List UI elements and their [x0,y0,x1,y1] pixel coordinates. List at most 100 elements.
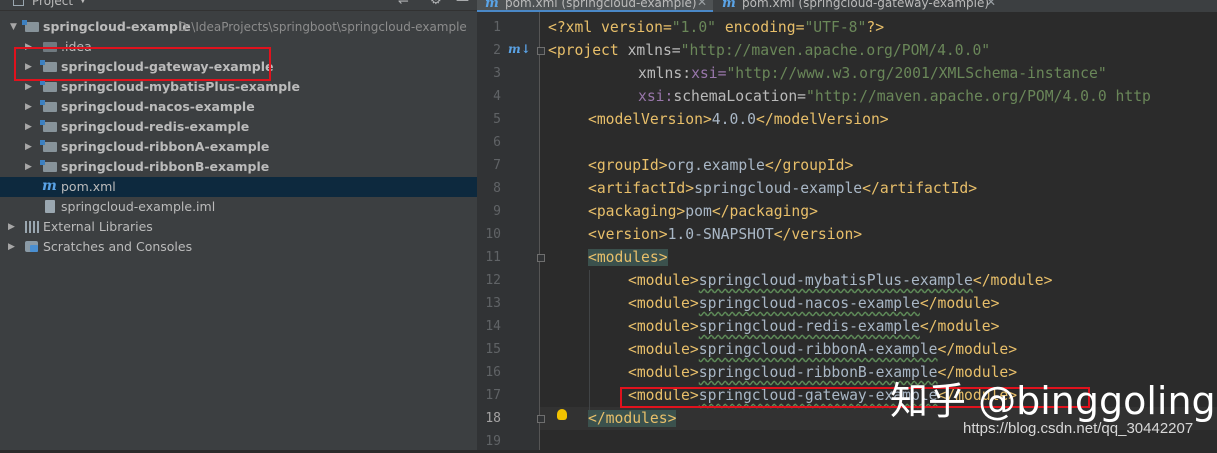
line-number: 16 [485,365,501,380]
watermark-text: 知乎 @binggoling [890,379,1216,423]
xml-text: 1.0-SNAPSHOT [667,226,774,243]
string: "UTF-8" [804,19,867,36]
xml-tag-matched: <modules> [588,249,668,266]
chevron-right-icon[interactable]: ▶ [8,217,15,237]
chevron-right-icon[interactable]: ▶ [25,97,32,117]
xml-tag: <module> [628,295,699,312]
file-icon [45,200,55,213]
gear-icon[interactable]: ⚙ [430,0,442,8]
tree-item-label: springcloud-nacos-example [61,99,255,114]
fold-icon[interactable] [537,254,545,262]
line-number: 18 [485,411,501,426]
chevron-right-icon[interactable]: ▶ [25,117,32,137]
code-line: <?xml version="1.0" encoding="UTF-8"?> [548,16,884,39]
editor-tab-bar: m pom.xml (springcloud-example) ✕ m pom.… [477,0,1217,12]
chevron-down-icon[interactable]: ▼ [79,0,87,5]
minimize-icon[interactable]: — [456,0,469,8]
root-path: D:\IdeaProjects\springboot\springcloud-e… [178,20,467,34]
xml-text: springcloud-example [694,180,863,197]
code-line: <artifactId>springcloud-example</artifac… [588,177,977,200]
xml-tag: </version> [773,226,863,243]
tree-item-ribbona[interactable]: ▶ springcloud-ribbonA-example [0,137,477,157]
tab-label: pom.xml (springcloud-example) [505,0,697,10]
code-line: xsi:schemaLocation="http://maven.apache.… [638,85,1151,108]
tree-item-nacos[interactable]: ▶ springcloud-nacos-example [0,97,477,117]
code-line: <packaging>pom</packaging> [588,200,818,223]
line-number: 2 [493,43,501,58]
line-number: 7 [493,158,501,173]
library-icon [25,221,39,233]
lightbulb-icon[interactable] [557,409,567,420]
line-number: 9 [493,204,501,219]
tree-item-label: springcloud-example.iml [61,199,216,214]
chevron-right-icon[interactable]: ▶ [25,137,32,157]
xml-tag: <artifactId> [588,180,695,197]
maven-gutter-icon[interactable]: m↓ [508,42,531,56]
project-panel-header: Project ▼ ⇌ ⚙ — [0,0,477,11]
tree-item-pom-xml[interactable]: m pom.xml [0,177,477,197]
chevron-down-icon[interactable]: ▼ [10,17,17,37]
string: "http://www.w3.org/2001/XMLSchema-instan… [726,65,1107,82]
indent-guide [589,270,590,410]
code-line: <version>1.0-SNAPSHOT</version> [588,223,862,246]
xml-decl: encoding= [716,19,805,36]
xml-tag: </module> [937,341,1018,358]
fold-icon[interactable] [537,415,545,423]
xml-tag: <modelVersion> [588,111,712,128]
highlight-box-gateway [14,47,271,81]
close-icon[interactable]: ✕ [986,0,996,9]
xml-tag: <module> [628,341,699,358]
module-folder-icon [40,140,57,152]
string: "http://maven.apache.org/POM/4.0.0 http [806,88,1151,105]
module-name: springcloud-nacos-example [698,295,920,312]
module-folder-icon [40,100,57,112]
close-icon[interactable]: ✕ [697,0,707,9]
maven-icon: m [722,0,736,11]
tree-item-scratches[interactable]: ▶ Scratches and Consoles [0,237,477,257]
code-line: </modules> [588,407,677,430]
module-folder-icon [40,80,57,92]
module-folder-icon [22,20,39,32]
line-number: 10 [485,227,501,242]
module-folder-icon [40,160,57,172]
tree-item-ribbonb[interactable]: ▶ springcloud-ribbonB-example [0,157,477,177]
xml-tag: <version> [588,226,668,243]
line-number: 15 [485,342,501,357]
xml-tag: </module> [972,272,1053,289]
xml-tag-matched: </modules> [588,410,677,427]
module-name: springcloud-mybatisPlus-example [698,272,973,289]
string: "1.0" [671,19,717,36]
xml-tag: </modelVersion> [756,111,889,128]
xml-tag: <packaging> [588,203,686,220]
line-number: 11 [485,250,501,265]
line-number: 8 [493,181,501,196]
xml-tag: <module> [628,272,699,289]
xml-tag: <project [548,42,628,59]
tree-item-label: pom.xml [61,179,116,194]
tree-root-springcloud-example[interactable]: ▼ springcloud-example D:\IdeaProjects\sp… [0,17,477,37]
tree-item-iml[interactable]: springcloud-example.iml [0,197,477,217]
xml-decl: ?> [866,19,885,36]
line-number: 14 [485,319,501,334]
xml-attr: xmlns: [638,65,692,82]
chevron-right-icon[interactable]: ▶ [8,237,15,257]
tree-item-label: Scratches and Consoles [43,239,193,254]
code-line-module: <module>springcloud-mybatisPlus-example<… [628,269,1052,292]
globe-icon[interactable]: ⇌ [398,0,409,8]
fold-icon[interactable] [537,47,545,55]
line-number: 3 [493,66,501,81]
tree-item-external-libraries[interactable]: ▶ External Libraries [0,217,477,237]
line-number: 13 [485,296,501,311]
xml-ns: xsi: [638,88,674,105]
xml-tag: <module> [628,318,699,335]
xml-tag: <module> [628,364,699,381]
line-number: 17 [485,388,501,403]
tab-pom-springcloud-example[interactable]: m pom.xml (springcloud-example) ✕ [477,0,713,12]
code-line: <modules> [588,246,668,269]
xml-tag: <groupId> [588,157,668,174]
tree-item-redis[interactable]: ▶ springcloud-redis-example [0,117,477,137]
project-panel-title[interactable]: Project [32,0,73,8]
xml-decl: <?xml version= [548,19,672,36]
tab-pom-gateway-example[interactable]: m pom.xml (springcloud-gateway-example) … [714,0,1004,12]
chevron-right-icon[interactable]: ▶ [25,157,32,177]
